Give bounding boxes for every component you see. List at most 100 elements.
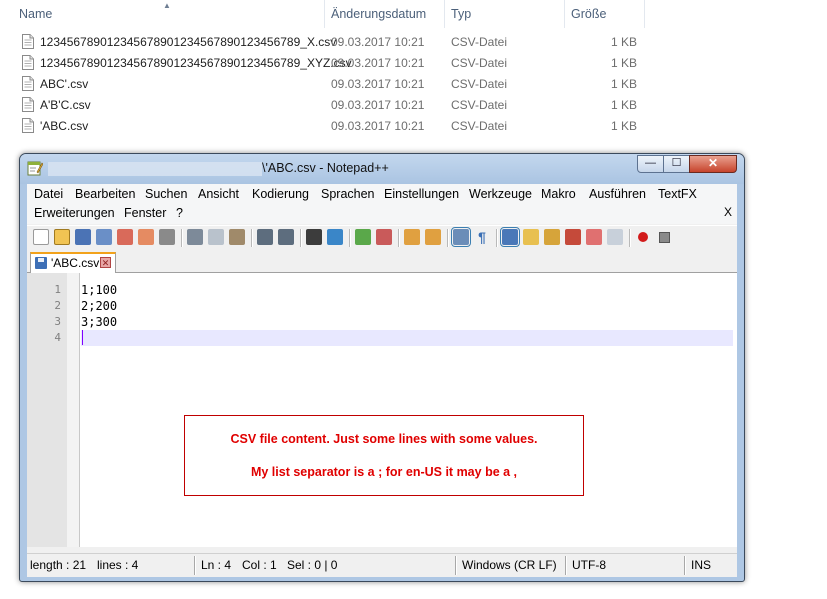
redo-icon[interactable]: [278, 229, 294, 245]
menu-fenster[interactable]: Fenster: [124, 204, 166, 223]
file-row[interactable]: 123456789012345678901234567890123456789_…: [0, 32, 827, 53]
code-line[interactable]: [81, 330, 733, 346]
file-row[interactable]: 'ABC.csv 09.03.2017 10:21 CSV-Datei 1 KB: [0, 116, 827, 137]
text-editor[interactable]: 1 2 3 4 1;100 2;200 3;300 CSV file content. J…: [27, 273, 737, 547]
close-button[interactable]: ✕: [689, 155, 737, 173]
cut-icon[interactable]: [187, 229, 203, 245]
code-line[interactable]: 3;300: [81, 314, 733, 330]
status-separator: [684, 556, 686, 575]
status-line-number: Ln : 4: [201, 558, 232, 572]
toolbar-separator: [181, 229, 183, 247]
text-caret: [82, 330, 83, 345]
menu-einstellungen[interactable]: Einstellungen: [384, 185, 459, 204]
indent-guide-icon[interactable]: [500, 227, 520, 247]
menu-werkzeuge[interactable]: Werkzeuge: [469, 185, 532, 204]
file-date: 09.03.2017 10:21: [331, 119, 425, 133]
menu-erweiterungen[interactable]: Erweiterungen: [34, 204, 115, 223]
menu-datei[interactable]: Datei: [34, 185, 63, 204]
status-separator: [565, 556, 567, 575]
close-all-icon[interactable]: [138, 229, 154, 245]
find-icon[interactable]: [306, 229, 322, 245]
status-insert-mode[interactable]: INS: [691, 557, 711, 574]
column-date[interactable]: Änderungsdatum: [324, 0, 444, 28]
folder-workspace-icon[interactable]: [586, 229, 602, 245]
file-row[interactable]: A'B'C.csv 09.03.2017 10:21 CSV-Datei 1 KB: [0, 95, 827, 116]
document-map-icon[interactable]: [544, 229, 560, 245]
file-size: 1 KB: [610, 56, 637, 70]
notepad-window: \'ABC.csv - Notepad++ — ☐ ✕ Datei Bearbe…: [19, 153, 745, 582]
line-number-gutter: 1 2 3 4: [27, 273, 80, 547]
menu-ansicht[interactable]: Ansicht: [198, 185, 239, 204]
close-file-icon[interactable]: [117, 229, 133, 245]
tab-bar: 'ABC.csv ✕: [27, 250, 737, 273]
saved-disk-icon: [35, 257, 47, 269]
sync-vertical-icon[interactable]: [404, 229, 420, 245]
toolbar-separator: [300, 229, 302, 247]
save-all-icon[interactable]: [96, 229, 112, 245]
menu-sprachen[interactable]: Sprachen: [321, 185, 375, 204]
function-list-icon[interactable]: [565, 229, 581, 245]
status-bar: length : 21 lines : 4 Ln : 4 Col : 1 Sel…: [27, 553, 737, 577]
minimize-button[interactable]: —: [637, 155, 664, 173]
column-size[interactable]: Größe: [564, 0, 644, 28]
toolbar-separator: [496, 229, 498, 247]
column-divider[interactable]: [644, 0, 645, 28]
save-icon[interactable]: [75, 229, 91, 245]
file-date: 09.03.2017 10:21: [331, 56, 425, 70]
notepad-app-icon[interactable]: [27, 160, 43, 176]
language-icon[interactable]: [523, 229, 539, 245]
menu-kodierung[interactable]: Kodierung: [252, 185, 309, 204]
menu-ausfuehren[interactable]: Ausführen: [589, 185, 646, 204]
monitoring-eye-icon[interactable]: [607, 229, 623, 245]
print-icon[interactable]: [159, 229, 175, 245]
stop-macro-icon[interactable]: [656, 229, 672, 245]
menu-bearbeiten[interactable]: Bearbeiten: [75, 185, 135, 204]
menu-help[interactable]: ?: [176, 204, 183, 223]
csv-file-icon: [22, 118, 34, 133]
file-row[interactable]: ABC'.csv 09.03.2017 10:21 CSV-Datei 1 KB: [0, 74, 827, 95]
title-bar[interactable]: \'ABC.csv - Notepad++ — ☐ ✕: [20, 154, 744, 184]
file-size: 1 KB: [610, 98, 637, 112]
file-type: CSV-Datei: [451, 119, 508, 133]
new-file-icon[interactable]: [33, 229, 49, 245]
csv-file-icon: [22, 55, 34, 70]
status-separator: [455, 556, 457, 575]
maximize-button[interactable]: ☐: [663, 155, 690, 173]
menu-makro[interactable]: Makro: [541, 185, 576, 204]
code-line[interactable]: 1;100: [81, 282, 733, 298]
menu-textfx[interactable]: TextFX: [658, 185, 697, 204]
annotation-line-2: My list separator is a ; for en-US it ma…: [250, 465, 518, 479]
status-selection: Sel : 0 | 0: [287, 558, 338, 572]
status-encoding[interactable]: UTF-8: [572, 557, 606, 574]
replace-icon[interactable]: [327, 229, 343, 245]
paste-icon[interactable]: [229, 229, 245, 245]
undo-icon[interactable]: [257, 229, 273, 245]
close-document-button[interactable]: X: [724, 205, 732, 219]
record-macro-icon[interactable]: [635, 229, 651, 245]
file-name: 123456789012345678901234567890123456789_…: [40, 56, 352, 70]
tab-close-icon[interactable]: ✕: [100, 257, 111, 268]
file-type: CSV-Datei: [451, 98, 508, 112]
code-line[interactable]: 2;200: [81, 298, 733, 314]
menu-bar: Datei Bearbeiten Suchen Ansicht Kodierun…: [27, 184, 737, 224]
sync-horizontal-icon[interactable]: [425, 229, 441, 245]
file-date: 09.03.2017 10:21: [331, 98, 425, 112]
open-file-icon[interactable]: [54, 229, 70, 245]
fold-margin[interactable]: [67, 273, 79, 547]
file-type: CSV-Datei: [451, 56, 508, 70]
file-name: ABC'.csv: [40, 77, 89, 91]
menu-suchen[interactable]: Suchen: [145, 185, 187, 204]
file-size: 1 KB: [610, 119, 637, 133]
column-header: Name ▲ Änderungsdatum Typ Größe: [0, 0, 827, 28]
zoom-out-icon[interactable]: [376, 229, 392, 245]
column-type[interactable]: Typ: [444, 0, 564, 28]
word-wrap-icon[interactable]: [451, 227, 471, 247]
file-row[interactable]: 123456789012345678901234567890123456789_…: [0, 53, 827, 74]
tab-abc-csv[interactable]: 'ABC.csv ✕: [30, 252, 116, 273]
show-all-characters-icon[interactable]: ¶: [474, 229, 490, 245]
zoom-in-icon[interactable]: [355, 229, 371, 245]
file-type: CSV-Datei: [451, 77, 508, 91]
status-lines: lines : 4: [97, 558, 139, 572]
copy-icon[interactable]: [208, 229, 224, 245]
status-eol-format[interactable]: Windows (CR LF): [462, 557, 557, 574]
